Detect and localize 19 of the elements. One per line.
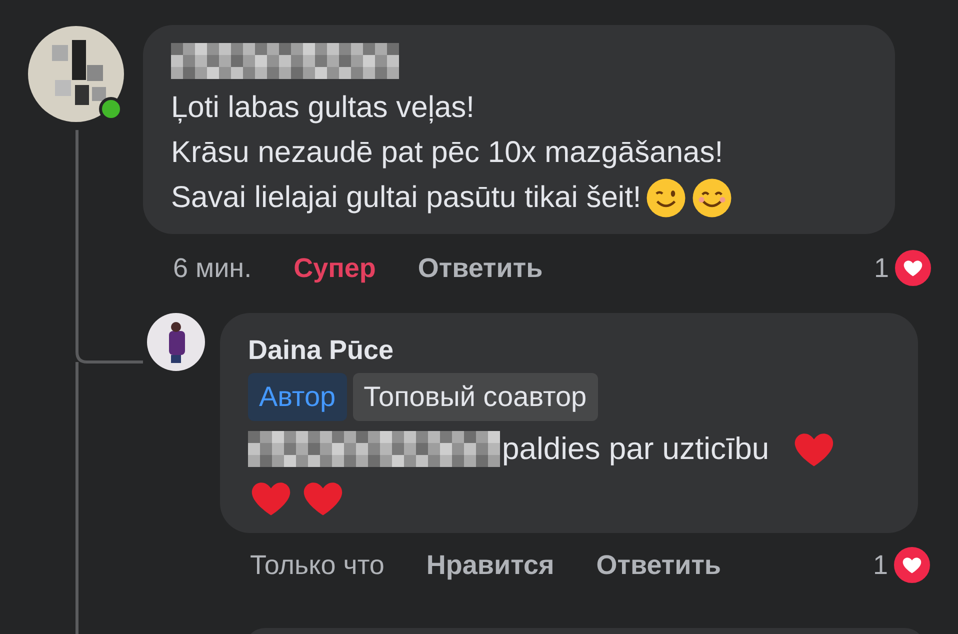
comment-time: 6 мин. [173,252,252,285]
author-name[interactable]: Daina Pūce [248,332,890,366]
avatar[interactable] [147,312,205,370]
avatar[interactable] [27,25,125,123]
reaction-button[interactable]: Супер [294,248,376,288]
contributor-tag: Топовый соавтор [352,372,598,420]
comment-text: paldies par uzticību [502,430,770,468]
comment-text: Krāsu nezaudē pat pēc 10x mazgāšanas! [171,135,724,171]
winking-face-icon [645,176,688,218]
comment-text: Savai lielajai gultai pasūtu tikai šeit! [171,180,642,216]
reply-button[interactable]: Ответить [596,544,722,585]
author-tag: Автор [248,372,347,420]
comment-time: Только что [250,548,384,582]
reaction-button[interactable]: Нравится [426,544,554,585]
reply-button[interactable]: Ответить [418,248,543,288]
smiling-face-icon [691,176,734,218]
reaction-count: 1 [872,548,888,582]
reaction-count: 1 [874,252,889,285]
comment-text: Ļoti labas gultas veļas! [171,90,475,126]
